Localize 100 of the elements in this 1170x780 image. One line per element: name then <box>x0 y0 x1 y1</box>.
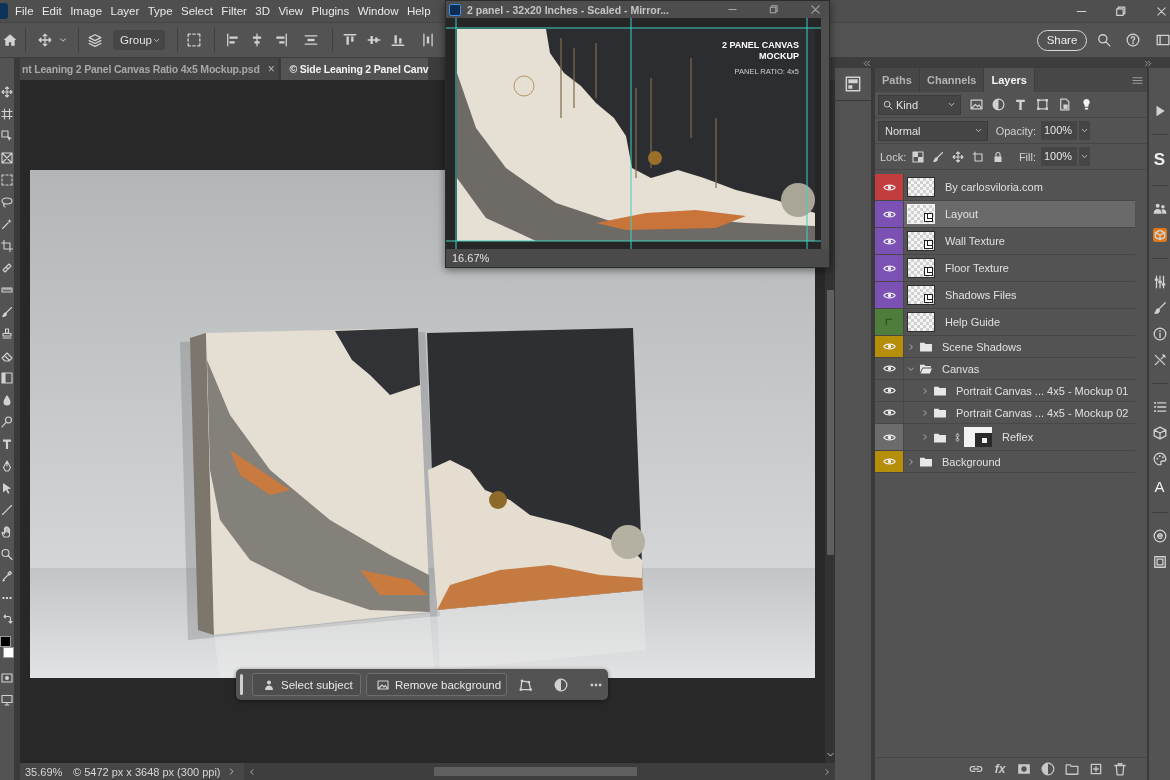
align-right-icon[interactable] <box>274 33 288 47</box>
menu-item[interactable]: Layer <box>110 5 140 17</box>
brush-icon[interactable] <box>1 306 13 318</box>
expand-panels-icon[interactable] <box>1144 58 1153 68</box>
move-icon[interactable] <box>38 33 52 47</box>
transform-icon[interactable] <box>519 677 533 692</box>
palette-icon[interactable] <box>1152 452 1167 466</box>
move-icon[interactable] <box>952 150 965 163</box>
taskbar-button[interactable]: Remove background <box>366 673 507 696</box>
scrollbar-thumb[interactable] <box>826 290 834 555</box>
scroll-right-icon[interactable] <box>823 767 831 776</box>
layer-row[interactable]: Shadows Files <box>875 282 1135 309</box>
new-layer-icon[interactable] <box>1089 762 1103 776</box>
close-tab-button[interactable]: × <box>267 62 275 76</box>
layer-row[interactable]: Reflex <box>875 424 1135 451</box>
mask-icon[interactable] <box>1017 762 1031 776</box>
hand-icon[interactable] <box>1 526 13 538</box>
background-color-swatch[interactable] <box>3 647 14 658</box>
bandage-icon[interactable] <box>1 262 13 274</box>
panel-menu-icon[interactable] <box>1132 74 1143 86</box>
info-icon[interactable] <box>1152 327 1167 341</box>
maximize-icon[interactable] <box>768 4 779 15</box>
help-icon[interactable] <box>1126 33 1140 47</box>
layer-row[interactable]: Canvas <box>875 358 1135 380</box>
menu-item[interactable]: Image <box>70 5 103 17</box>
lollipop-icon[interactable] <box>1 416 13 428</box>
eye-icon[interactable] <box>882 406 896 419</box>
menu-item[interactable]: View <box>278 5 304 17</box>
layer-row[interactable]: Help Guide <box>875 309 1135 336</box>
half-circle-icon[interactable] <box>554 677 568 692</box>
collapse-panels-icon[interactable] <box>862 58 871 68</box>
eye-icon[interactable] <box>882 384 896 397</box>
brush-icon[interactable] <box>932 150 945 163</box>
panel-tab[interactable]: Layers <box>984 68 1035 92</box>
cube-icon[interactable] <box>1152 426 1167 440</box>
zoom-level-field[interactable]: 35.69% <box>25 765 71 778</box>
scrollbar-thumb[interactable] <box>433 767 637 776</box>
distribute-icon[interactable] <box>304 33 318 47</box>
restore-icon[interactable] <box>1114 4 1127 18</box>
tools-icon[interactable] <box>1152 353 1167 367</box>
layer-row[interactable]: Portrait Canvas ... 4x5 - Mockup 01 <box>875 380 1135 402</box>
zoom-level-field[interactable]: 16.67% <box>452 252 490 264</box>
move-arrows-icon[interactable] <box>1 86 13 98</box>
brush-icon[interactable] <box>1152 301 1167 315</box>
menu-item[interactable]: Select <box>181 5 213 17</box>
caret-icon[interactable] <box>1079 147 1090 166</box>
search-icon[interactable] <box>1097 33 1111 47</box>
menu-item[interactable]: File <box>15 5 34 17</box>
menu-item[interactable]: 3D <box>255 5 270 17</box>
opacity-field[interactable]: 100% <box>1041 121 1077 140</box>
home-icon[interactable] <box>3 33 17 47</box>
document-icon[interactable] <box>1058 98 1071 111</box>
layer-row[interactable]: Wall Texture <box>875 228 1135 255</box>
layer-select-dropdown[interactable]: Group <box>113 30 165 50</box>
artboard-icon[interactable] <box>972 150 985 163</box>
layer-row[interactable]: Floor Texture <box>875 255 1135 282</box>
align-left-icon[interactable] <box>226 33 240 47</box>
cube-tile-icon[interactable] <box>1152 228 1167 242</box>
lasso-icon[interactable] <box>1 196 13 208</box>
scrollbar-track[interactable] <box>821 18 829 249</box>
sliders-icon[interactable] <box>1152 275 1167 289</box>
checker-icon[interactable] <box>912 150 925 163</box>
layer-row[interactable]: Layout <box>875 201 1135 228</box>
align-middle-icon[interactable] <box>367 33 381 47</box>
image-icon[interactable] <box>970 98 983 111</box>
fill-field[interactable]: 100% <box>1041 147 1077 166</box>
menu-item[interactable]: Help <box>406 5 431 17</box>
scroll-left-icon[interactable] <box>247 767 256 776</box>
close-icon[interactable] <box>1156 5 1167 17</box>
taskbar-button[interactable]: Select subject <box>252 673 361 696</box>
half-circle-icon[interactable] <box>992 98 1005 111</box>
document-tab[interactable]: nt Leaning 2 Panel Canvas Ratio 4x5 Mockup.psd × <box>20 58 279 80</box>
type-icon[interactable] <box>1 438 13 450</box>
eyedropper-icon[interactable] <box>1 570 13 582</box>
caret-icon[interactable] <box>1079 121 1090 140</box>
hash-grid-icon[interactable] <box>1 108 13 120</box>
caret-icon[interactable] <box>58 35 68 45</box>
screen-mode-icon[interactable] <box>1 694 13 706</box>
half-circle-icon[interactable] <box>1041 762 1055 776</box>
close-icon[interactable] <box>810 4 821 15</box>
grip-handle[interactable] <box>240 674 243 695</box>
eye-icon[interactable] <box>882 362 896 375</box>
menu-item[interactable]: Filter <box>221 5 247 17</box>
quick-mask-icon[interactable] <box>1 672 13 684</box>
workspace-icon[interactable] <box>1156 33 1170 47</box>
kind-filter-dropdown[interactable]: Kind <box>878 94 961 115</box>
crop-icon[interactable] <box>1 240 13 252</box>
cursor-arrow-icon[interactable] <box>1 482 13 494</box>
menu-item[interactable]: Type <box>147 5 173 17</box>
folder-icon[interactable] <box>1065 762 1079 776</box>
pen-icon[interactable] <box>1 460 13 472</box>
light-bulb-icon[interactable] <box>1080 98 1093 111</box>
layer-row[interactable]: Portrait Canvas ... 4x5 - Mockup 02 <box>875 402 1135 424</box>
foreground-color-swatch[interactable] <box>0 636 11 647</box>
distribute-icon[interactable] <box>421 33 435 47</box>
align-bottom-icon[interactable] <box>391 33 405 47</box>
transform-icon[interactable] <box>1036 98 1049 111</box>
lock-icon[interactable] <box>992 150 1005 163</box>
people-icon[interactable] <box>1152 202 1167 216</box>
layer-stack-icon[interactable] <box>88 33 102 47</box>
